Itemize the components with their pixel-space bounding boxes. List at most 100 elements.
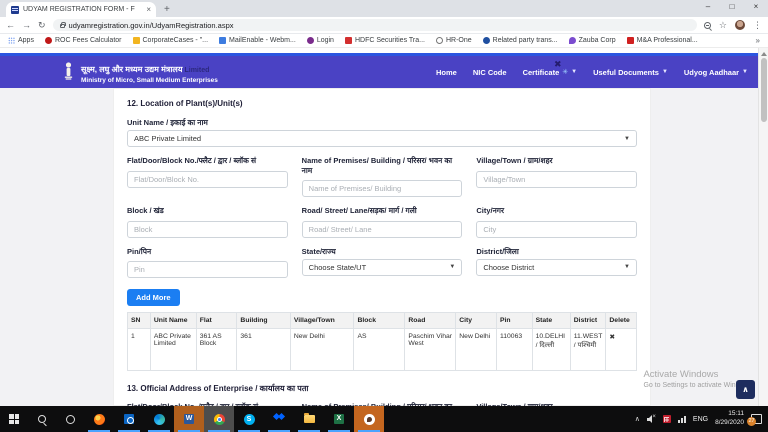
login-icon	[307, 37, 314, 44]
forward-button[interactable]: →	[22, 21, 31, 30]
unit-name-group: Unit Name / इकाई का नाम ABC Private Limi…	[127, 118, 637, 147]
back-button[interactable]: ←	[6, 21, 15, 30]
bookmark-star-icon[interactable]: ☆	[719, 20, 727, 31]
clock-date: 8/29/2020	[715, 419, 744, 428]
taskbar-edge[interactable]	[144, 406, 174, 432]
window-minimize-button[interactable]: –	[696, 0, 720, 14]
taskbar-search-button[interactable]	[28, 406, 56, 432]
field-city: City/नगर	[476, 206, 637, 237]
add-more-button[interactable]: Add More	[127, 289, 180, 306]
bookmark-roc-fees[interactable]: ROC Fees Calculator	[45, 37, 122, 44]
excel-icon: X	[334, 414, 344, 424]
ministry-title-hindi: सूक्ष्म, लघु और मध्यम उद्यम मंत्रालयLimi…	[81, 65, 209, 74]
road-input[interactable]	[302, 221, 463, 238]
bookmark-hrone[interactable]: HR-One	[436, 37, 472, 44]
browser-address-bar: ← → ↻ udyamregistration.gov.in/UdyamRegi…	[0, 17, 768, 34]
window-close-button[interactable]: ×	[744, 0, 768, 14]
taskbar-file-explorer[interactable]	[294, 406, 324, 432]
start-button[interactable]	[0, 406, 28, 432]
firefox-icon	[94, 414, 105, 425]
taskbar-firefox[interactable]	[84, 406, 114, 432]
nav-udyog-aadhaar[interactable]: Udyog Aadhaar▼	[684, 68, 748, 77]
url-text: udyamregistration.gov.in/UdyamRegistrati…	[69, 21, 234, 30]
mail-icon	[219, 37, 226, 44]
taskbar-excel[interactable]: X	[324, 406, 354, 432]
flat-input[interactable]	[127, 171, 288, 188]
paint-app-icon	[364, 414, 375, 425]
field-district: District/जिला Choose District ▼	[476, 247, 637, 276]
delete-row-icon[interactable]: ✖	[606, 328, 637, 370]
https-lock-icon[interactable]	[60, 24, 65, 28]
bookmark-hdfc[interactable]: HDFC Securities Tra...	[345, 37, 425, 44]
site-header: सूक्ष्म, लघु और मध्यम उद्यम मंत्रालयLimi…	[0, 56, 758, 88]
taskbar-skype[interactable]: S	[234, 406, 264, 432]
bookmark-corporatecases[interactable]: CorporateCases - "...	[133, 37, 209, 44]
new-sparkle-icon: ✳	[562, 68, 568, 76]
ma-icon	[627, 37, 634, 44]
nav-certificate[interactable]: Certificate✳▼	[523, 68, 578, 77]
scrollbar-up-arrow-icon[interactable]	[761, 52, 767, 56]
tray-show-hidden-icon[interactable]: ∧	[635, 415, 640, 423]
window-maximize-button[interactable]: □	[720, 0, 744, 14]
reload-button[interactable]: ↻	[38, 21, 46, 30]
profile-avatar[interactable]	[735, 20, 745, 30]
new-tab-button[interactable]: +	[164, 4, 170, 17]
nav-nic-code[interactable]: NIC Code	[473, 68, 507, 77]
browser-tab[interactable]: UDYAM REGISTRATION FORM - F ×	[6, 2, 156, 17]
globe-icon	[436, 37, 443, 44]
taskbar-clock[interactable]: 15:11 8/29/2020	[715, 410, 744, 428]
scrollbar-thumb[interactable]	[761, 58, 767, 122]
nav-home[interactable]: Home	[436, 68, 457, 77]
dropbox-icon	[274, 414, 284, 424]
nav-useful-documents[interactable]: Useful Documents▼	[593, 68, 668, 77]
ghost-text: Limited	[184, 67, 209, 74]
chrome-icon	[214, 414, 225, 425]
page-scrollbar[interactable]	[758, 48, 768, 406]
zoom-out-icon[interactable]	[704, 22, 711, 29]
city-input[interactable]	[476, 221, 637, 238]
artifact-x-icon: ✖	[554, 59, 562, 70]
action-center-icon[interactable]: 27	[751, 414, 762, 424]
roc-icon	[45, 37, 52, 44]
taskbar-paint-app[interactable]	[354, 406, 384, 432]
bookmark-apps[interactable]: Apps	[8, 37, 34, 44]
bookmark-login[interactable]: Login	[307, 37, 334, 44]
hdfc-icon	[345, 37, 352, 44]
unit-name-label: Unit Name / इकाई का नाम	[127, 118, 637, 127]
village-input[interactable]	[476, 171, 637, 188]
bookmark-zauba[interactable]: Zauba Corp	[569, 37, 616, 44]
premises-input[interactable]	[302, 180, 463, 197]
apps-grid-icon	[8, 37, 15, 44]
bookmarks-overflow[interactable]: »	[756, 36, 760, 45]
cortana-icon	[66, 415, 75, 424]
district-select[interactable]: Choose District ▼	[476, 259, 637, 276]
bookmark-related-party[interactable]: Related party trans...	[483, 37, 558, 44]
taskbar-dropbox[interactable]	[264, 406, 294, 432]
unit-name-select[interactable]: ABC Private Limited ▼	[127, 130, 637, 147]
block-input[interactable]	[127, 221, 288, 238]
ministry-title-english: Ministry of Micro, Small Medium Enterpri…	[81, 77, 218, 84]
field-village: Village/Town / ग्राम/शहर	[476, 156, 637, 187]
clock-time: 15:11	[715, 410, 744, 419]
select-caret-icon: ▼	[624, 264, 630, 270]
cortana-button[interactable]	[56, 406, 84, 432]
windows-taskbar: W S X ∧ ENG 15:11 8/29/2020 27	[0, 406, 768, 432]
volume-muted-icon[interactable]	[647, 415, 656, 423]
pin-input[interactable]	[127, 261, 288, 278]
bookmark-mailenable[interactable]: MailEnable - Webm...	[219, 37, 296, 44]
bookmark-ma-professional[interactable]: M&A Professional...	[627, 37, 698, 44]
state-select[interactable]: Choose State/UT ▼	[302, 259, 463, 276]
scroll-to-top-button[interactable]: ∧	[736, 380, 755, 399]
section-13-title: 13. Official Address of Enterprise / कार…	[127, 383, 637, 394]
tab-close-icon[interactable]: ×	[146, 6, 151, 14]
browser-menu-icon[interactable]: ⋮	[753, 20, 762, 31]
url-input[interactable]: udyamregistration.gov.in/UdyamRegistrati…	[53, 19, 697, 31]
taskbar-outlook[interactable]	[114, 406, 144, 432]
tray-red-app-icon[interactable]	[663, 415, 671, 423]
taskbar-word[interactable]: W	[174, 406, 204, 432]
taskbar-chrome-active[interactable]	[204, 406, 234, 432]
network-icon[interactable]	[678, 415, 686, 423]
select-caret-icon: ▼	[624, 136, 630, 142]
corporatecases-icon	[133, 37, 140, 44]
language-indicator[interactable]: ENG	[693, 416, 708, 423]
